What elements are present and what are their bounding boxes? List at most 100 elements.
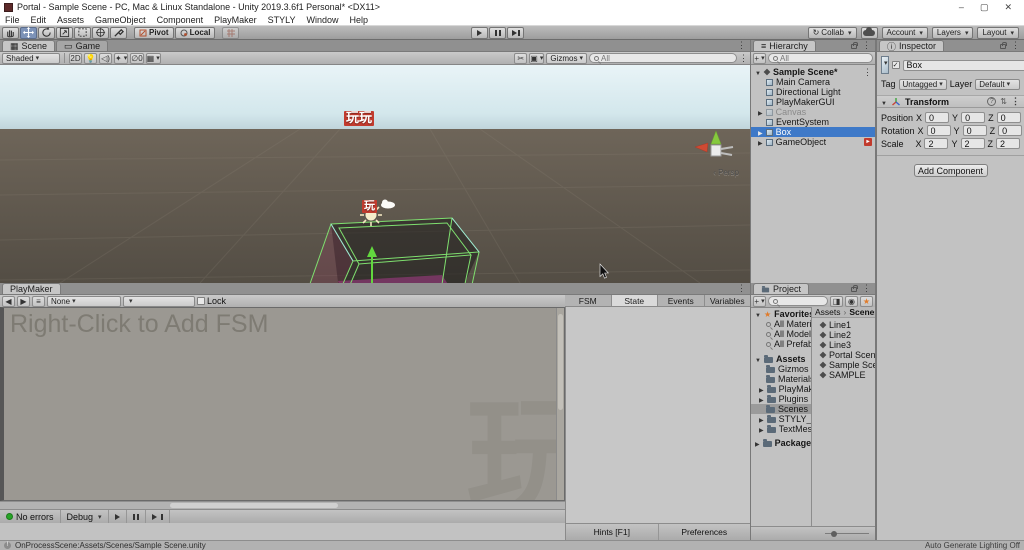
menu-gameobject[interactable]: GameObject	[95, 15, 146, 25]
presets-icon[interactable]: ⇅	[1000, 97, 1007, 106]
hierarchy-item-eventsystem[interactable]: EventSystem	[751, 117, 875, 127]
close-button[interactable]: ✕	[1004, 2, 1012, 13]
file-sample[interactable]: SAMPLE	[816, 370, 875, 380]
hierarchy-item-playmakergui[interactable]: PlayMakerGUI	[751, 97, 875, 107]
project-search[interactable]	[768, 296, 828, 306]
packages-root[interactable]: Packages	[751, 438, 811, 448]
foldout-icon[interactable]	[755, 309, 761, 319]
hierarchy-item-gameobject[interactable]: GameObject ▸	[751, 137, 875, 147]
menu-component[interactable]: Component	[157, 15, 204, 25]
favorite-all-prefabs[interactable]: All Prefabs	[751, 339, 811, 349]
gizmos-dropdown[interactable]: Gizmos	[546, 52, 587, 64]
tag-dropdown[interactable]: Untagged	[898, 78, 947, 90]
perspective-indicator[interactable]: ‹ Persp	[713, 168, 739, 177]
folder-gizmos[interactable]: Gizmos	[751, 364, 811, 374]
component-menu-icon[interactable]	[1011, 96, 1020, 107]
preferences-button[interactable]: Preferences	[659, 524, 751, 540]
search-by-type-icon[interactable]: ◨	[830, 295, 843, 307]
debug-dropdown[interactable]: Debug	[61, 510, 109, 523]
position-y-field[interactable]	[961, 112, 986, 123]
status-message[interactable]: OnProcessScene:Assets/Scenes/Sample Scen…	[15, 541, 206, 550]
hierarchy-item-box[interactable]: Box	[751, 127, 875, 137]
fsm-graph-canvas[interactable]: Right-Click to Add FSM 玩	[0, 307, 565, 501]
assets-root[interactable]: Assets	[751, 354, 811, 364]
fsm-state-dropdown[interactable]	[123, 295, 195, 307]
collab-dropdown[interactable]: ↻ Collab	[807, 26, 857, 39]
pause-button[interactable]	[489, 26, 506, 39]
scene-visibility-icon[interactable]: ∅ 0	[130, 52, 144, 64]
menu-assets[interactable]: Assets	[57, 15, 84, 25]
search-by-label-icon[interactable]: ◉	[845, 295, 858, 307]
scene-toolbar-menu-icon[interactable]	[739, 53, 748, 64]
hierarchy-search-input[interactable]	[780, 53, 868, 63]
favorite-all-models[interactable]: All Models	[751, 329, 811, 339]
tab-hierarchy[interactable]: ≡ Hierarchy	[753, 40, 816, 51]
foldout-icon[interactable]	[755, 67, 761, 77]
folder-plugins[interactable]: Plugins	[751, 394, 811, 404]
foldout-icon[interactable]	[755, 438, 760, 448]
foldout-icon[interactable]	[759, 414, 764, 424]
lock-checkbox[interactable]	[197, 297, 205, 305]
rect-tool-icon[interactable]	[74, 26, 91, 39]
add-component-button[interactable]: Add Component	[913, 164, 988, 177]
position-x-field[interactable]	[925, 112, 950, 123]
foldout-icon[interactable]	[758, 107, 763, 117]
playmaker-menu-icon[interactable]	[737, 283, 746, 294]
transform-tool-icon[interactable]	[92, 26, 109, 39]
fsm-horizontal-scrollbar[interactable]	[0, 501, 565, 509]
inspector-menu-icon[interactable]	[1011, 40, 1020, 51]
folder-materials[interactable]: Materials	[751, 374, 811, 384]
rotation-x-field[interactable]	[926, 125, 951, 136]
foldout-icon[interactable]	[881, 97, 887, 107]
foldout-icon[interactable]	[759, 394, 764, 404]
layer-dropdown[interactable]: Default	[975, 78, 1020, 90]
foldout-icon[interactable]	[755, 354, 761, 364]
file-line1[interactable]: Line1	[816, 320, 875, 330]
tab-fsm[interactable]: FSM	[565, 295, 612, 306]
foldout-icon[interactable]	[759, 384, 764, 394]
grid-snap-icon[interactable]	[222, 26, 240, 39]
folder-scenes[interactable]: Scenes	[751, 404, 811, 414]
grid-visibility-icon[interactable]: ▦	[145, 52, 161, 64]
menu-file[interactable]: File	[5, 15, 20, 25]
move-tool-icon[interactable]	[20, 26, 37, 39]
play-button[interactable]	[471, 26, 488, 39]
minimize-button[interactable]: –	[959, 2, 964, 13]
file-line2[interactable]: Line2	[816, 330, 875, 340]
cloud-button[interactable]	[860, 26, 878, 39]
file-sample-scene[interactable]: Sample Scene	[816, 360, 875, 370]
scene-tools-icon[interactable]: ✂	[514, 52, 528, 64]
fsm-step-button[interactable]	[146, 510, 170, 523]
scale-y-field[interactable]	[960, 138, 985, 149]
fsm-menu-icon[interactable]: ≡	[32, 295, 45, 307]
hints-button[interactable]: Hints [F1]	[566, 524, 659, 540]
custom-tool-icon[interactable]	[110, 26, 127, 39]
active-checkbox[interactable]: ✓	[891, 61, 900, 69]
fsm-play-button[interactable]	[109, 510, 127, 523]
tab-playmaker[interactable]: PlayMaker	[2, 283, 61, 294]
folder-styly-plugins[interactable]: STYLY_Plugins	[751, 414, 811, 424]
position-z-field[interactable]	[996, 112, 1021, 123]
rotation-y-field[interactable]	[962, 125, 987, 136]
hierarchy-item-directional-light[interactable]: Directional Light	[751, 87, 875, 97]
scene-menu-icon[interactable]	[737, 40, 746, 51]
menu-styly[interactable]: STYLY	[268, 15, 296, 25]
maximize-button[interactable]: ▢	[980, 2, 989, 13]
project-search-input[interactable]	[780, 296, 823, 306]
scale-z-field[interactable]	[996, 138, 1020, 149]
scene-search-input[interactable]	[601, 53, 732, 63]
lock-icon[interactable]	[1000, 42, 1007, 49]
fsm-forward-icon[interactable]: ▶	[17, 295, 30, 307]
foldout-icon[interactable]	[758, 137, 763, 147]
menu-edit[interactable]: Edit	[31, 15, 47, 25]
file-line3[interactable]: Line3	[816, 340, 875, 350]
help-icon[interactable]: ?	[987, 97, 997, 106]
scene-lighting-icon[interactable]: 💡	[84, 52, 97, 64]
2d-toggle[interactable]: 2D	[69, 52, 82, 64]
breadcrumb-current[interactable]: Scenes	[849, 307, 875, 317]
scene-camera-icon[interactable]: ▣	[529, 52, 545, 64]
account-dropdown[interactable]: Account	[881, 26, 928, 39]
foldout-icon[interactable]	[759, 424, 764, 434]
create-object-button[interactable]: +	[753, 52, 766, 64]
layout-dropdown[interactable]: Layout	[977, 26, 1019, 39]
